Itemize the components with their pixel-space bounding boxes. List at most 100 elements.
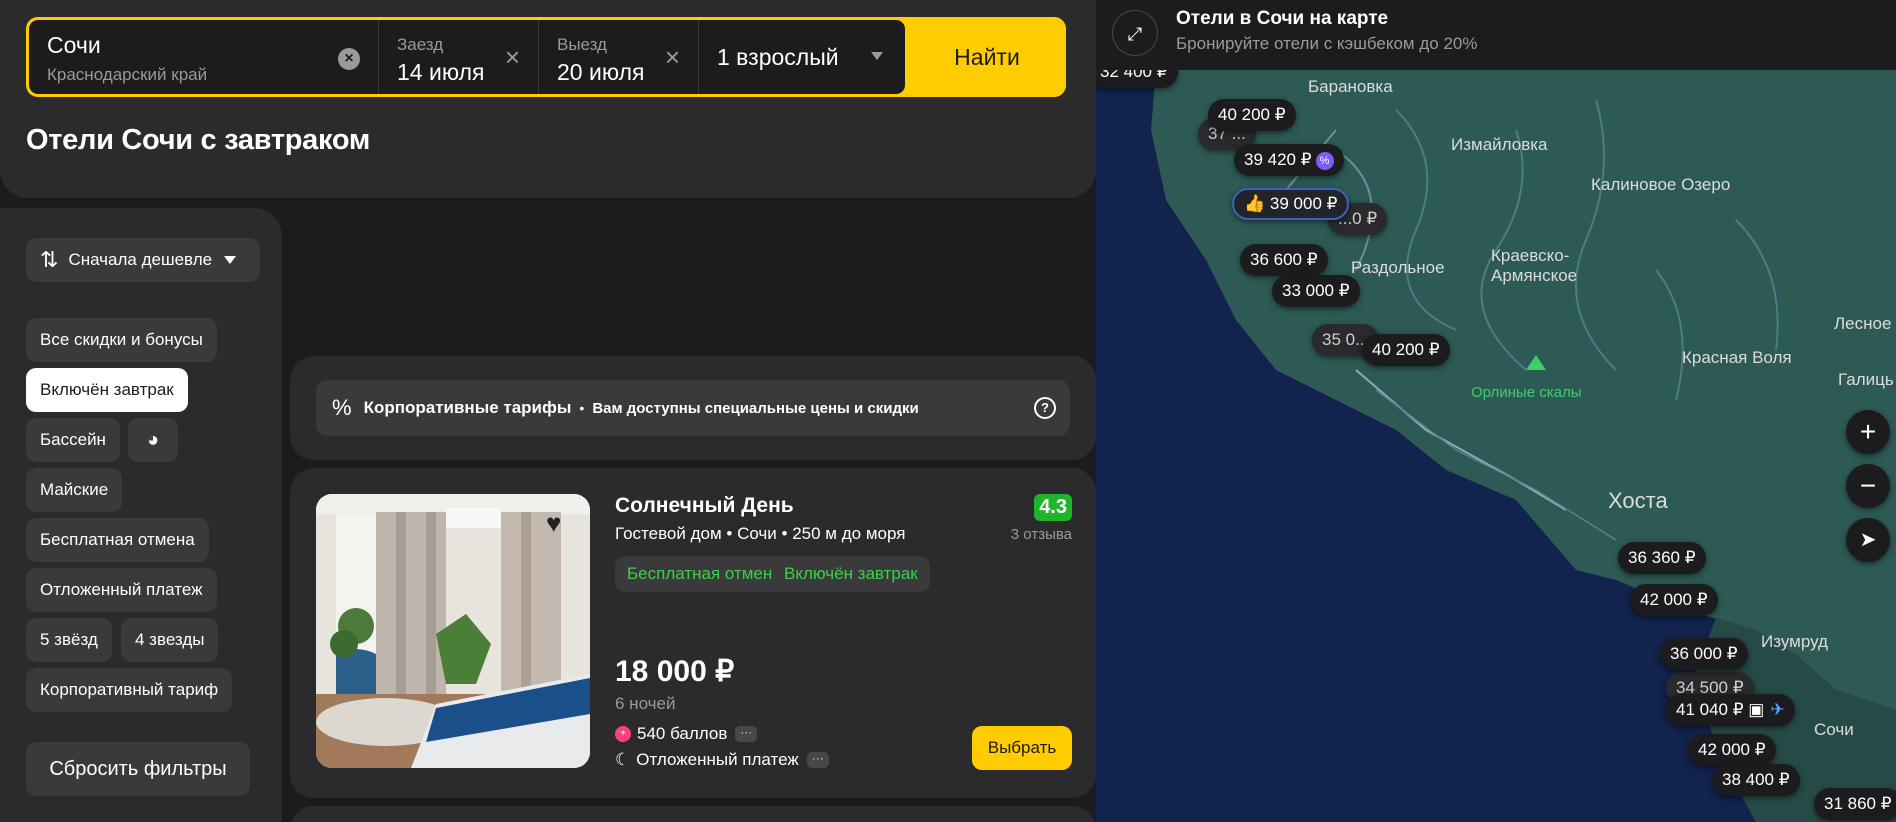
- price-pin-discount[interactable]: 39 420 ₽%: [1234, 144, 1344, 176]
- bonus-points: + 540 баллов ···: [615, 724, 758, 744]
- chevron-down-icon: [871, 52, 883, 60]
- map-subtitle: Бронируйте отели с кэшбеком до 20%: [1176, 34, 1478, 53]
- tag-breakfast: Включён завтрак: [772, 556, 930, 592]
- find-button[interactable]: Найти: [908, 17, 1066, 97]
- guests-value: 1 взрослый: [717, 43, 839, 70]
- price-pin[interactable]: 33 000 ₽: [1272, 275, 1360, 307]
- rating-badge: 4.3: [1034, 494, 1072, 521]
- percent-icon: %: [332, 395, 352, 420]
- price-pin[interactable]: 36 600 ₽: [1240, 244, 1328, 276]
- hotel-meta: Гостевой дом • Сочи • 250 м до моря: [615, 524, 905, 544]
- expand-map-icon[interactable]: ⤢: [1112, 10, 1158, 56]
- zoom-out-icon[interactable]: −: [1846, 464, 1890, 508]
- choose-button[interactable]: Выбрать: [972, 726, 1072, 770]
- search-bar: Сочи Краснодарский край × Заезд 14 июля …: [26, 17, 1066, 97]
- hotel-price: 18 000 ₽: [615, 655, 735, 688]
- place-kraevsko: Краевско- Армянское: [1491, 246, 1578, 285]
- reset-filters-button[interactable]: Сбросить фильтры: [26, 742, 250, 796]
- price-pin[interactable]: 36 360 ₽: [1618, 542, 1706, 574]
- filter-chip-special-icon[interactable]: ◕: [128, 418, 178, 462]
- place-razdolnoe: Раздольное: [1351, 258, 1445, 277]
- sort-button[interactable]: ⇅ Сначала дешевле: [26, 238, 260, 282]
- clear-checkin-icon[interactable]: ×: [505, 42, 520, 72]
- price-pin-featured[interactable]: 👍 39 000 ₽: [1232, 188, 1350, 220]
- place-galits: Галиць: [1838, 370, 1894, 389]
- city-name: Сочи: [47, 32, 101, 58]
- place-baranovka: Барановка: [1308, 77, 1393, 96]
- hotel-distance: 250 м до моря: [792, 524, 906, 543]
- filter-chip-breakfast[interactable]: Включён завтрак: [26, 368, 188, 412]
- clear-checkout-icon[interactable]: ×: [665, 42, 680, 72]
- results-list: % Корпоративные тарифы • Вам доступны сп…: [290, 356, 1096, 822]
- sort-icon: ⇅: [40, 247, 59, 272]
- discount-icon: %: [1315, 151, 1334, 170]
- plus-points-icon: +: [615, 726, 631, 742]
- more-info-icon[interactable]: ···: [806, 752, 829, 768]
- price-pin[interactable]: 38 400 ₽: [1712, 764, 1800, 796]
- search-header: Сочи Краснодарский край × Заезд 14 июля …: [0, 0, 1096, 198]
- place-izmailovka: Измайловка: [1451, 135, 1548, 154]
- checkin-label: Заезд: [397, 35, 444, 54]
- hotel-type: Гостевой дом: [615, 524, 722, 543]
- price-pin-label: 41 040 ₽: [1676, 700, 1744, 719]
- guests-select[interactable]: 1 взрослый: [699, 20, 905, 94]
- place-lesnoe: Лесное: [1834, 314, 1892, 333]
- price-pin[interactable]: 36 000 ₽: [1660, 638, 1748, 670]
- place-kalinovoe: Калиновое Озеро: [1591, 175, 1731, 194]
- locate-icon[interactable]: ➤: [1846, 518, 1890, 562]
- price-pin-label: 39 420 ₽: [1244, 150, 1312, 169]
- hotel-city: Сочи: [737, 524, 777, 543]
- separator-dot: •: [579, 400, 585, 416]
- thumbs-up-icon: 👍: [1244, 194, 1266, 213]
- bonus-label: 540 баллов: [637, 724, 728, 743]
- map-title: Отели в Сочи на карте: [1176, 8, 1389, 29]
- separator-dot: •: [726, 524, 738, 543]
- filter-chip-discounts[interactable]: Все скидки и бонусы: [26, 318, 217, 362]
- price-pin[interactable]: 31 860 ₽: [1814, 788, 1896, 820]
- filter-chip-may[interactable]: Майские: [26, 468, 123, 512]
- checkin-value: 14 июля: [397, 59, 485, 85]
- map-header: ⤢ Отели в Сочи на карте Бронируйте отели…: [1096, 0, 1896, 70]
- price-pin[interactable]: 40 200 ₽: [1362, 334, 1450, 366]
- nights-count: 6 ночей: [615, 694, 676, 713]
- moon-icon: ☾: [615, 750, 631, 769]
- price-pin[interactable]: 40 200 ₽: [1208, 99, 1296, 131]
- corporate-text: Вам доступны специальные цены и скидки: [592, 399, 919, 417]
- filter-chip-5-stars[interactable]: 5 звёзд: [26, 618, 112, 662]
- help-icon[interactable]: ?: [1034, 397, 1056, 419]
- corporate-card: % Корпоративные тарифы • Вам доступны сп…: [290, 356, 1096, 460]
- filter-chip-corporate[interactable]: Корпоративный тариф: [26, 668, 233, 712]
- place-izumrud: Изумруд: [1761, 632, 1828, 651]
- reviews-count[interactable]: 3 отзыва: [1011, 526, 1072, 543]
- place-krasnaya-volya: Красная Воля: [1682, 348, 1792, 367]
- briefcase-icon: ▣: [1748, 700, 1765, 719]
- favorite-heart-icon[interactable]: ♥: [546, 508, 561, 539]
- chevron-down-icon: [224, 256, 237, 264]
- zoom-in-icon[interactable]: +: [1846, 410, 1890, 454]
- place-sochi: Сочи: [1814, 720, 1854, 739]
- hotel-name[interactable]: Солнечный День: [615, 494, 794, 518]
- map-panel[interactable]: ⤢ Отели в Сочи на карте Бронируйте отели…: [1096, 0, 1896, 822]
- deferred-payment: ☾ Отложенный платеж ···: [615, 750, 829, 770]
- price-pin-business[interactable]: 41 040 ₽ ▣ ✈: [1666, 694, 1795, 726]
- checkout-field[interactable]: Выезд 20 июля ×: [539, 20, 699, 94]
- corporate-title: Корпоративные тарифы: [363, 398, 572, 417]
- price-pin[interactable]: 42 000 ₽: [1688, 734, 1776, 766]
- price-pin-label: 39 000 ₽: [1269, 194, 1338, 213]
- city-field[interactable]: Сочи Краснодарский край ×: [29, 20, 379, 94]
- filters-sidebar: ⇅ Сначала дешевле Все скидки и бонусы Вк…: [0, 208, 282, 822]
- filter-chip-pool[interactable]: Бассейн: [26, 418, 120, 462]
- clear-city-icon[interactable]: ×: [338, 48, 360, 70]
- hotel-card[interactable]: ♥ Солнечный День Гостевой дом • Сочи • 2…: [290, 468, 1096, 798]
- corporate-banner[interactable]: % Корпоративные тарифы • Вам доступны сп…: [316, 380, 1070, 436]
- price-pin[interactable]: 42 000 ₽: [1630, 584, 1718, 616]
- filter-chip-free-cancel[interactable]: Бесплатная отмена: [26, 518, 209, 562]
- checkin-field[interactable]: Заезд 14 июля ×: [379, 20, 539, 94]
- checkout-value: 20 июля: [557, 59, 645, 85]
- separator-dot: •: [781, 524, 793, 543]
- checkout-label: Выезд: [557, 35, 607, 54]
- filter-chip-deferred[interactable]: Отложенный платеж: [26, 568, 217, 612]
- sort-label: Сначала дешевле: [68, 250, 213, 269]
- more-info-icon[interactable]: ···: [735, 726, 758, 742]
- filter-chip-4-stars[interactable]: 4 звезды: [121, 618, 219, 662]
